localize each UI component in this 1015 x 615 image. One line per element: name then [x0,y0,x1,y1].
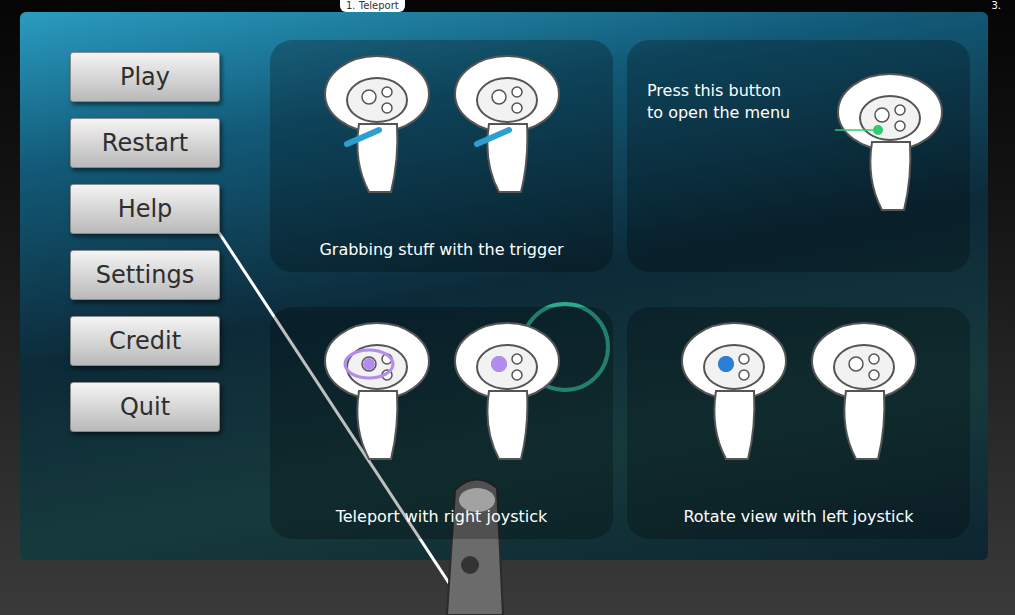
right-controller [804,319,924,464]
controller-icon [447,52,567,197]
top-label: 1. Teleport [340,0,405,12]
controller-icon [804,319,924,464]
help-caption: Grabbing stuff with the trigger [319,240,563,260]
controller-icon [674,319,794,464]
menu-button[interactable]: Help [70,184,220,234]
controller-pair [317,319,567,464]
left-controller [674,319,794,464]
help-card: Press this button to open the menu [627,40,970,272]
vr-scene: 1. Teleport 3. Play Restart Help Settings Cre… [0,0,1015,615]
controller-icon [317,52,437,197]
menu-panel: Play Restart Help Settings Credit Quit Grabbi… [20,12,988,560]
top-label: 3. [985,0,1007,12]
help-card: Rotate view with left joystick [627,307,970,539]
help-caption: Rotate view with left joystick [683,507,913,527]
controller-icon [830,70,950,215]
menu-button[interactable]: Quit [70,382,220,432]
help-caption: Press this button to open the menu [647,80,797,124]
controller-pair [674,319,924,464]
menu-button[interactable]: Credit [70,316,220,366]
controller-icon [317,319,437,464]
left-controller [317,319,437,464]
controller-icon [447,319,567,464]
help-card: Grabbing stuff with the trigger [270,40,613,272]
menu-button[interactable]: Restart [70,118,220,168]
controller-pair [317,52,567,197]
right-controller [447,52,567,197]
menu-button[interactable]: Play [70,52,220,102]
controller-figure [830,70,950,215]
help-caption: Teleport with right joystick [336,507,548,527]
menu-buttons: Play Restart Help Settings Credit Quit [20,12,250,560]
right-controller [447,319,567,464]
help-card: Teleport with right joystick [270,307,613,539]
menu-button[interactable]: Settings [70,250,220,300]
help-cards: Grabbing stuff with the trigger Press thi… [250,12,970,560]
left-controller [317,52,437,197]
top-labels: 1. Teleport 3. [0,0,1015,12]
